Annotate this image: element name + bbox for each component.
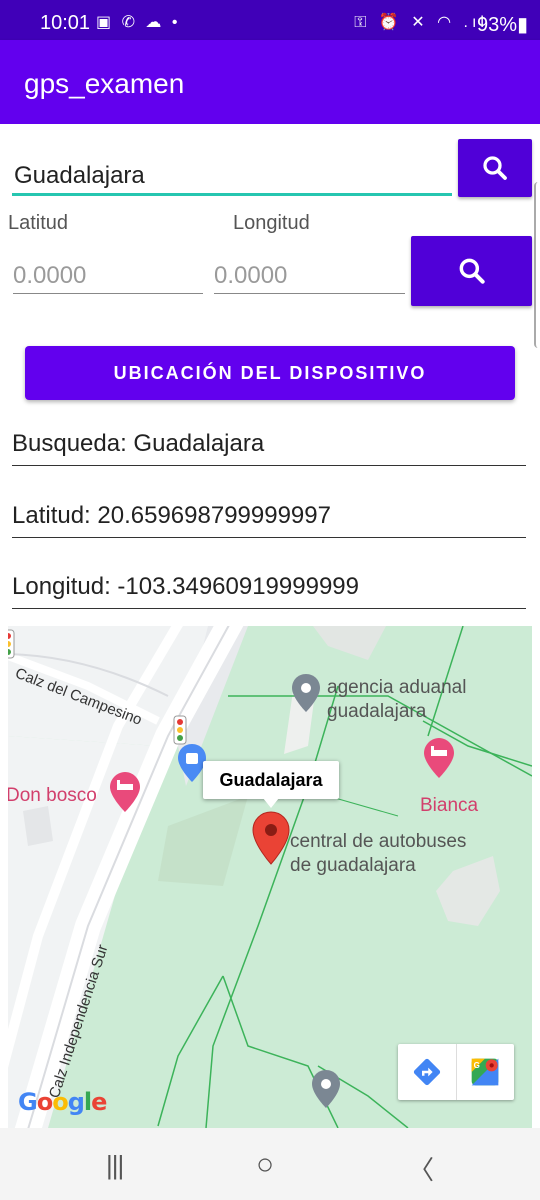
latitude-result-text: Latitud: 20.659698799999997: [12, 494, 526, 538]
back-button[interactable]: 〈: [408, 1150, 434, 1187]
map-toolbar: G: [398, 1044, 514, 1100]
hotel-pin-icon: [424, 738, 454, 778]
home-button[interactable]: ○: [256, 1148, 274, 1182]
notification-icons: ▣ ✆ ☁ •: [96, 14, 181, 31]
system-nav-bar: ||| ○ 〈: [0, 1128, 540, 1200]
poi-label: Don bosco: [8, 785, 97, 806]
info-window-tail: [263, 798, 279, 808]
traffic-light-icon: [173, 715, 187, 745]
search-input[interactable]: [12, 152, 452, 196]
poi-pin-icon: [312, 1070, 340, 1108]
traffic-light-icon: [8, 629, 15, 659]
search-button[interactable]: [458, 139, 532, 197]
svg-text:G: G: [474, 1061, 480, 1070]
poi-label: agencia aduanal guadalajara: [327, 677, 467, 722]
shopping-pin-icon: [178, 744, 206, 782]
recents-button[interactable]: |||: [106, 1150, 124, 1181]
coordinate-search-button[interactable]: [411, 236, 532, 306]
longitude-label: Longitud: [233, 212, 310, 234]
longitude-input[interactable]: [214, 250, 405, 294]
latitude-input[interactable]: [13, 250, 203, 294]
app-title: gps_examen: [24, 68, 185, 99]
latitude-label: Latitud: [8, 212, 69, 234]
main-content: Latitud Longitud UBICACIÓN DEL DISPOSITI…: [0, 124, 540, 1128]
poi-label: Bianca: [420, 795, 479, 816]
search-result-text: Busqueda: Guadalajara: [12, 422, 526, 466]
status-bar: 10:01 ▣ ✆ ☁ • ⚿ ⏰ ✕ ◠ .ıl 93%▮: [0, 0, 540, 40]
search-icon: [483, 156, 507, 180]
google-logo: Google: [18, 1088, 107, 1116]
battery-indicator: 93%▮: [476, 14, 528, 36]
clock: 10:01: [40, 12, 91, 34]
marker-info-window: Guadalajara: [203, 761, 339, 799]
longitude-result-text: Longitud: -103.34960919999999: [12, 565, 526, 609]
device-location-button[interactable]: UBICACIÓN DEL DISPOSITIVO: [25, 346, 515, 400]
scroll-edge: [534, 182, 540, 348]
app-bar: gps_examen: [0, 40, 540, 124]
map-view[interactable]: Calz del Campesino agencia aduanal guada…: [8, 626, 532, 1128]
google-maps-icon: G: [471, 1058, 499, 1086]
poi-label: central de autobuses de guadalajara: [290, 831, 467, 876]
directions-button[interactable]: [398, 1044, 456, 1100]
search-icon: [459, 258, 485, 284]
directions-icon: [413, 1058, 440, 1086]
open-maps-button[interactable]: G: [455, 1044, 515, 1100]
system-icons: ⚿ ⏰ ✕ ◠ .ıl: [354, 14, 488, 31]
